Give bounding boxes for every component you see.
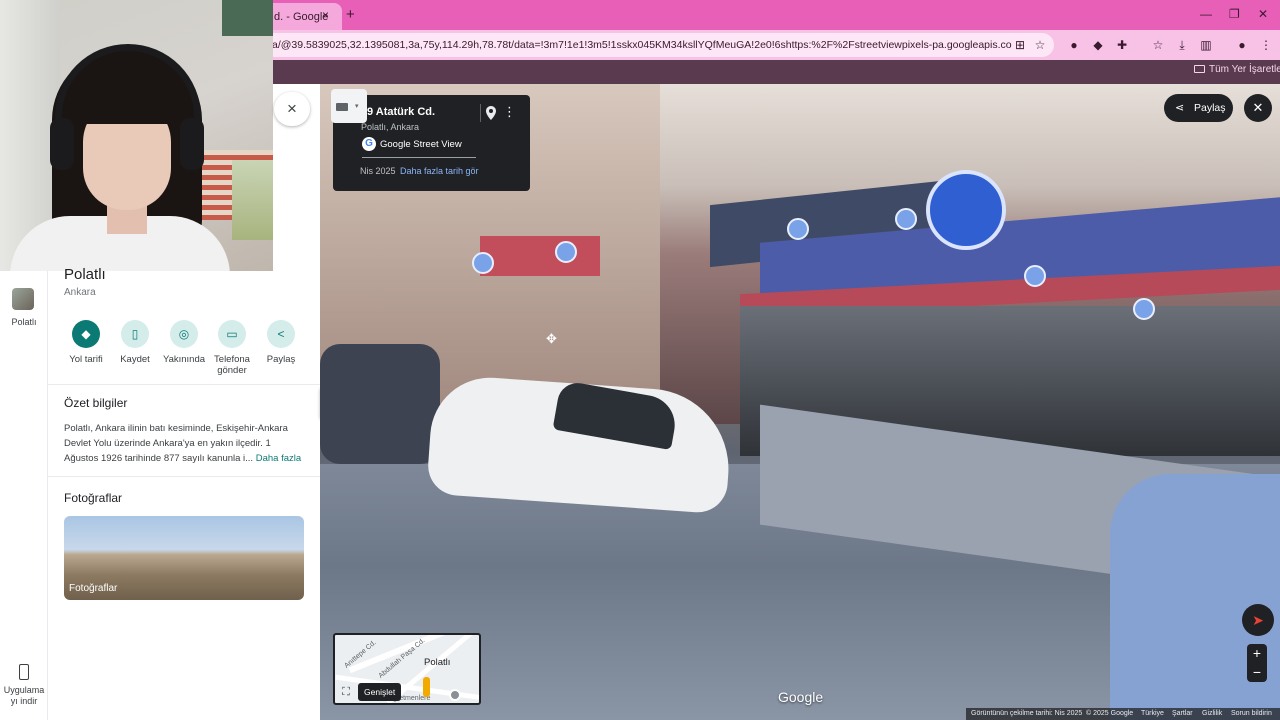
section-divider: [48, 476, 320, 477]
footer-copyright: © 2025 Google: [1086, 710, 1134, 717]
extension-icon[interactable]: ●: [1066, 37, 1082, 53]
street-view-brand: Google Street View: [380, 139, 462, 150]
place-marker-icon[interactable]: [472, 252, 494, 274]
place-marker-icon[interactable]: [895, 208, 917, 230]
location-dot-icon: [449, 689, 461, 701]
pegman-icon[interactable]: [423, 677, 430, 697]
blue-car: [1110, 474, 1280, 720]
bookmarks-folder[interactable]: Tüm Yer İşaretleri: [1194, 64, 1280, 75]
mini-map-place-label: Polatlı: [424, 657, 451, 668]
share-place-button[interactable]: < Paylaş: [252, 320, 310, 365]
restore-icon[interactable]: ❐: [1229, 7, 1240, 21]
share-icon: ⋖: [1175, 102, 1185, 114]
folder-icon: [1194, 65, 1205, 73]
footer-capture-date: Görüntünün çekilme tarihi: Nis 2025: [971, 710, 1083, 717]
location-pin-icon[interactable]: [486, 106, 496, 120]
zoom-out-button[interactable]: −: [1247, 663, 1267, 682]
summary-body: Polatlı, Ankara ilinin batı kesiminde, E…: [64, 423, 288, 464]
footer-privacy-link[interactable]: Gizlilik: [1202, 710, 1222, 717]
expand-tooltip: Genişlet: [358, 683, 402, 701]
move-cursor-icon: ✥: [546, 331, 557, 346]
view-mode-toggle[interactable]: ▾: [331, 89, 367, 123]
parked-car-dark: [320, 344, 440, 464]
rail-place-label[interactable]: Polatlı: [0, 317, 48, 327]
tab-close-icon[interactable]: ×: [322, 8, 329, 22]
info-separator: [480, 104, 481, 122]
nearby-icon: ◎: [170, 320, 198, 348]
street-view-close-button[interactable]: ✕: [1244, 94, 1272, 122]
puzzle-icon[interactable]: ✚: [1114, 37, 1130, 53]
place-marker-icon[interactable]: [1024, 265, 1046, 287]
more-options-icon[interactable]: ⋮: [503, 104, 516, 120]
extension-icon[interactable]: ◆: [1090, 37, 1106, 53]
profile-avatar-icon[interactable]: ●: [1234, 37, 1250, 53]
bookmark-star-icon[interactable]: ☆: [1032, 37, 1048, 53]
place-title: Polatlı: [64, 266, 106, 283]
share-icon: <: [267, 320, 295, 348]
recent-place-thumbnail[interactable]: [12, 288, 34, 310]
place-marker-icon[interactable]: [555, 241, 577, 263]
headphones-left-cup: [50, 118, 74, 170]
capture-date: Nis 2025: [360, 166, 396, 176]
footer-terms-link[interactable]: Şartlar: [1172, 710, 1193, 717]
place-marker-icon[interactable]: [1133, 298, 1155, 320]
place-marker-icon[interactable]: [787, 218, 809, 240]
webcam-background-window: [232, 160, 273, 240]
window-close-icon[interactable]: ✕: [1258, 7, 1268, 21]
street-city: Polatlı, Ankara: [361, 122, 420, 132]
zoom-in-button[interactable]: +: [1247, 644, 1267, 663]
photos-title: Fotoğraflar: [64, 491, 123, 505]
info-divider: [362, 157, 476, 158]
phone-icon: ▭: [218, 320, 246, 348]
rail-app-label-1[interactable]: Uygulama: [0, 685, 48, 695]
panel-close-button[interactable]: ×: [274, 92, 310, 126]
store-logo-circle: [926, 170, 1006, 250]
zoom-control: + −: [1247, 644, 1267, 682]
share-place-label: Paylaş: [266, 354, 296, 365]
footer-country[interactable]: Türkiye: [1141, 710, 1164, 717]
browser-tab[interactable]: d. - Google: [262, 3, 342, 30]
street-address: 9 Atatürk Cd.: [367, 106, 436, 118]
directions-icon: ◆: [72, 320, 100, 348]
favorites-icon[interactable]: ☆: [1150, 37, 1166, 53]
url-text[interactable]: a/@39.5839025,32.1395081,3a,75y,114.29h,…: [272, 39, 1012, 51]
summary-title: Özet bilgiler: [64, 396, 128, 410]
summary-text: Polatlı, Ankara ilinin batı kesiminde, E…: [64, 421, 304, 466]
more-dates-link[interactable]: Daha fazla tarih gör: [400, 166, 479, 176]
shop-sign-red: [480, 236, 600, 276]
bookmarks-folder-label: Tüm Yer İşaretleri: [1209, 64, 1280, 75]
webcam-overlay: [0, 0, 273, 271]
google-watermark: Google: [778, 689, 824, 705]
footer-report-link[interactable]: Sorun bildirin: [1231, 710, 1272, 717]
keyboard-icon: [336, 103, 348, 111]
rail-app-label-2[interactable]: yı indir: [0, 696, 48, 706]
new-tab-icon[interactable]: +: [346, 6, 355, 23]
sidepanel-icon[interactable]: ▥: [1198, 37, 1214, 53]
bookmark-icon: ▯: [121, 320, 149, 348]
minimize-icon[interactable]: —: [1200, 7, 1212, 21]
google-logo-icon: G: [362, 137, 376, 151]
tab-title: d. - Google: [274, 10, 329, 23]
download-icon[interactable]: ⤓: [1174, 37, 1190, 53]
photos-thumbnail-label: Fotoğraflar: [69, 583, 118, 594]
compass-icon[interactable]: ➤: [1242, 604, 1274, 636]
webcam-poster: [222, 0, 273, 36]
phone-icon[interactable]: [19, 664, 29, 680]
install-icon[interactable]: ⊞: [1012, 37, 1028, 53]
place-subtitle: Ankara: [64, 287, 96, 298]
summary-more-link[interactable]: Daha fazla: [256, 453, 301, 464]
section-divider: [48, 384, 320, 385]
headphones-right-cup: [180, 118, 204, 170]
expand-icon[interactable]: ⛶: [339, 685, 353, 699]
browser-menu-icon[interactable]: ⋮: [1258, 37, 1274, 53]
chevron-down-icon: ▾: [355, 103, 359, 110]
